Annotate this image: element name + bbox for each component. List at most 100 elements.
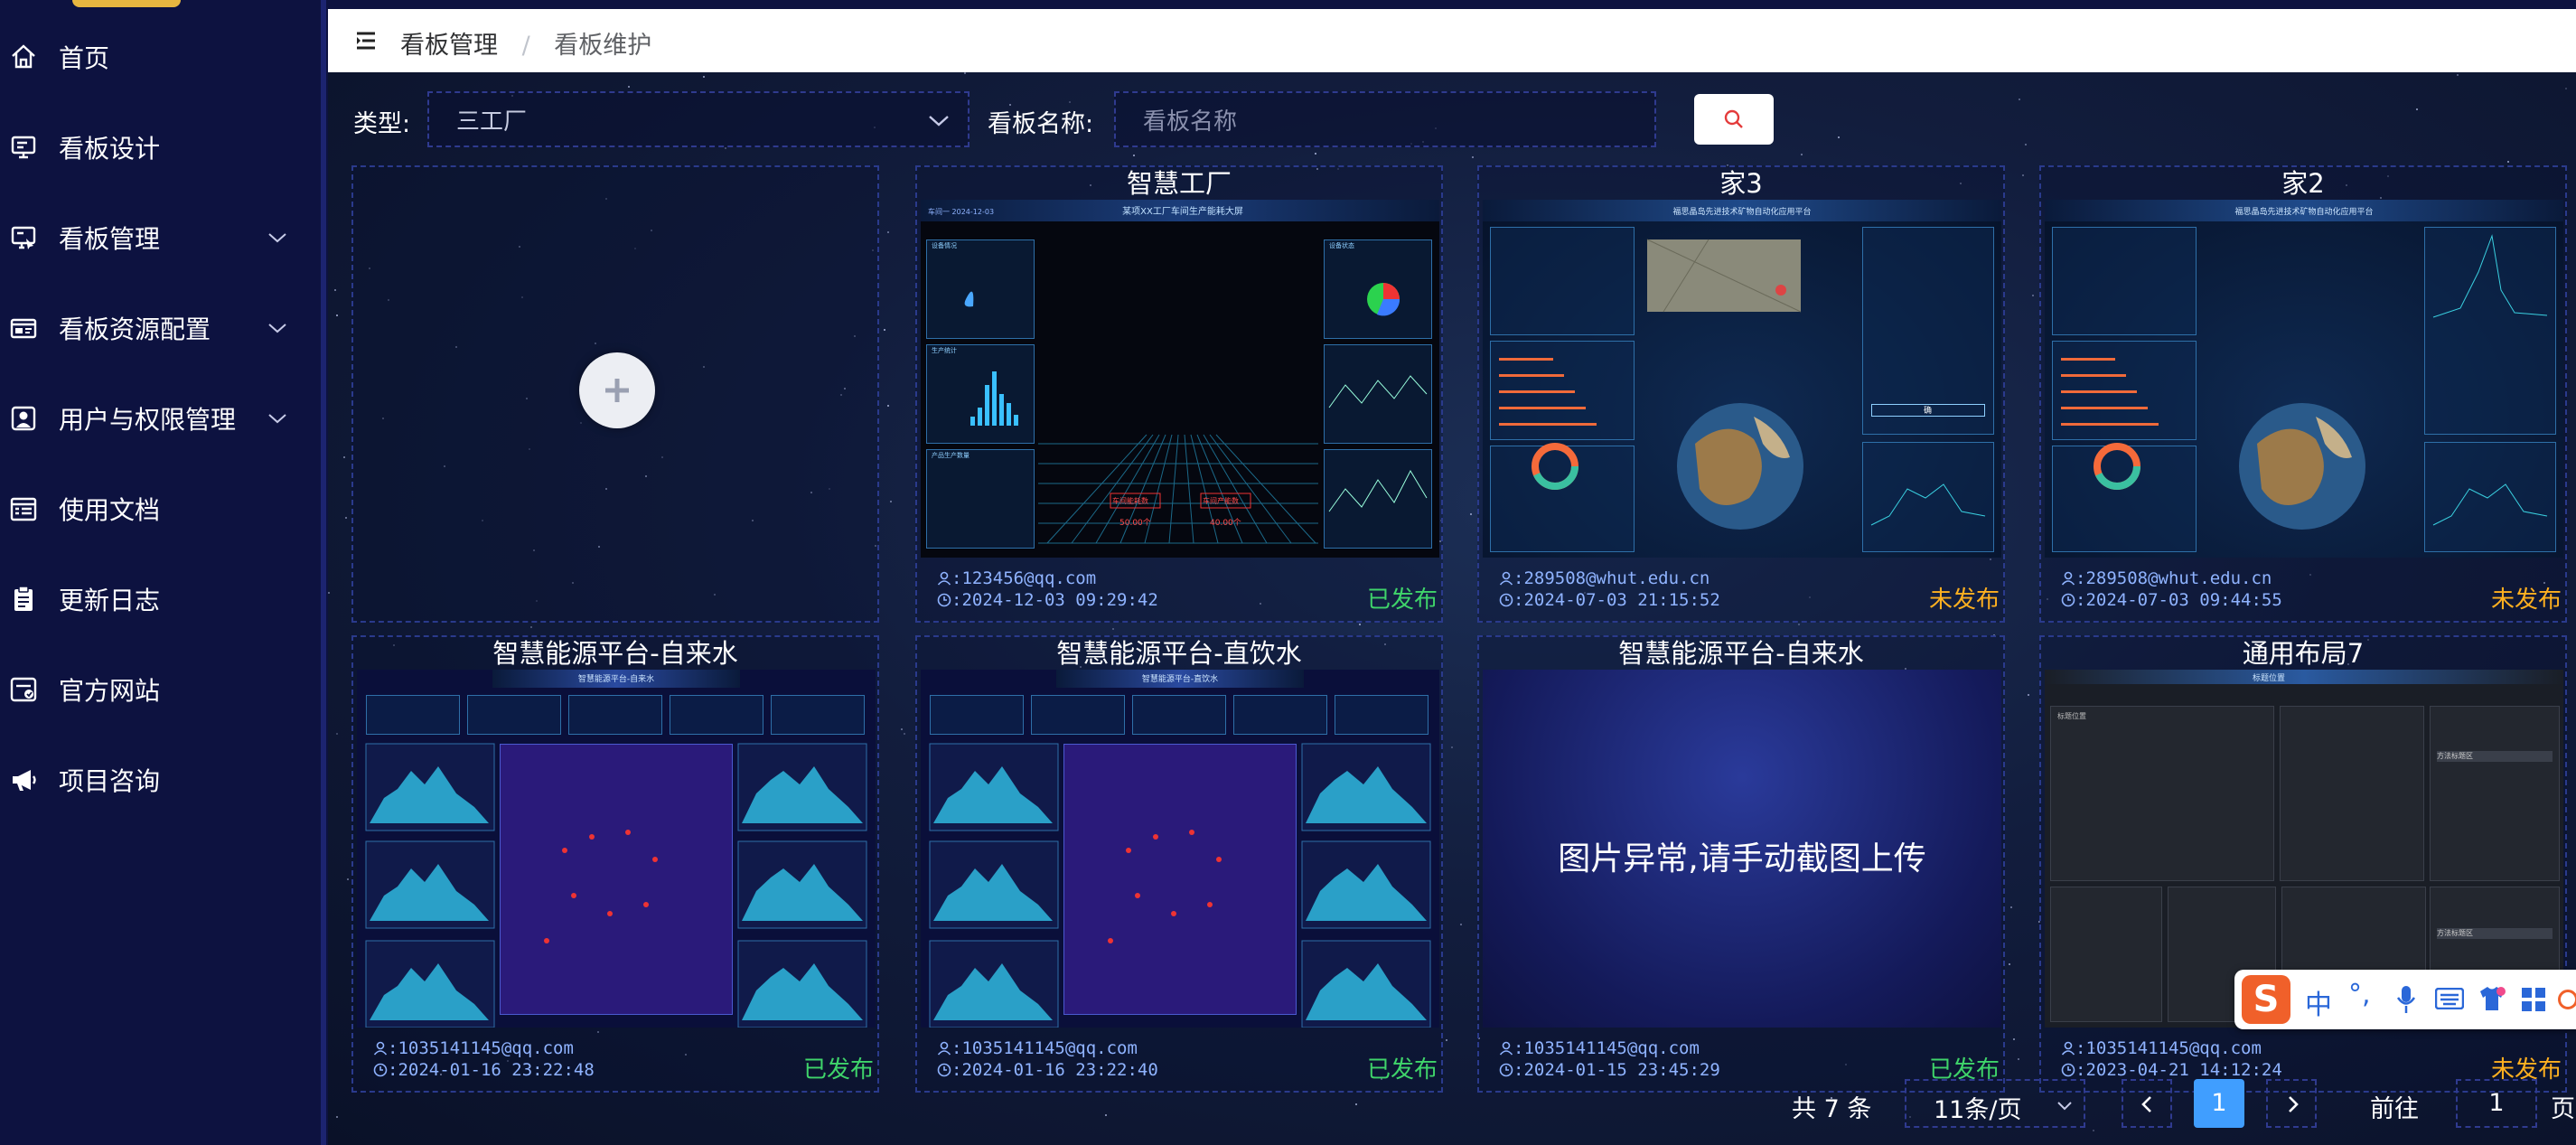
sidebar-item-consult[interactable]: 项目咨询 [0, 735, 326, 825]
board-thumbnail[interactable]: 智慧能源平台-自来水 [357, 670, 876, 1028]
board-thumbnail[interactable]: 福思晶岛先进技术矿物自动化应用平台 [2045, 200, 2563, 558]
sidebar-item-resource-config[interactable]: 看板资源配置 [0, 283, 326, 373]
ime-lang[interactable]: 中 [2305, 982, 2332, 1022]
board-card[interactable]: 智慧能源平台-直饮水 智慧能源平台-直饮水 :1035141145@qq.com:2… [915, 635, 1443, 1093]
ime-toolbar[interactable]: S 中 °, [2234, 970, 2576, 1029]
sidebar-item-label: 更新日志 [59, 586, 161, 615]
breadcrumb-item[interactable]: 看板管理 [400, 32, 498, 60]
board-time: :2024-07-03 21:15:52 [1499, 590, 1720, 610]
star [2024, 143, 2027, 145]
star [2415, 108, 2418, 110]
board-thumbnail[interactable]: 某项XX工厂车间生产能耗大屏 车间一 2024-12-03 设备情况 生产统计 产品生产… [921, 200, 1439, 558]
type-label: 类型: [353, 110, 411, 138]
clock-icon [2061, 593, 2075, 607]
sidebar-item-docs[interactable]: 使用文档 [0, 464, 326, 554]
toolbox-icon[interactable] [2520, 986, 2547, 1013]
board-card-title: 智慧工厂 [1126, 168, 1232, 199]
star [887, 230, 890, 233]
thumb-header-bar [2045, 670, 2563, 684]
board-card-title: 家3 [1719, 168, 1763, 199]
sidebar-item-website[interactable]: 官方网站 [0, 644, 326, 735]
add-button[interactable] [579, 352, 655, 428]
board-thumbnail[interactable]: 图片异常,请手动截图上传 [1483, 670, 2001, 1028]
board-card-title: 智慧能源平台-直饮水 [1056, 638, 1302, 669]
doc-icon [10, 497, 37, 521]
star [2028, 693, 2030, 696]
energy-dashboard-thumb: 智慧能源平台-直饮水 [921, 670, 1439, 1028]
page-size-value: 11条/页 [1934, 1096, 2022, 1124]
goto-page-input[interactable]: 1 [2456, 1079, 2537, 1128]
factory-dashboard-thumb: 某项XX工厂车间生产能耗大屏 车间一 2024-12-03 设备情况 生产统计 产品生产… [921, 200, 1439, 558]
star [2456, 74, 2459, 77]
chevron-down-icon[interactable] [267, 322, 287, 334]
star [1838, 136, 1841, 138]
sidebar-item-board-design[interactable]: 看板设计 [0, 102, 326, 192]
star [2031, 295, 2034, 297]
star [2092, 1129, 2094, 1131]
star [889, 501, 892, 503]
search-button[interactable] [1694, 94, 1774, 145]
board-name-input[interactable]: 看板名称 [1114, 91, 1656, 147]
board-owner: :1035141145@qq.com [1499, 1038, 1700, 1058]
star [1354, 1103, 1357, 1106]
board-manage-icon [11, 226, 36, 249]
user-icon [11, 406, 36, 431]
sidebar-item-home[interactable]: 首页 [0, 12, 326, 102]
ime-punct[interactable]: °, [2348, 979, 2371, 1010]
board-updated-time: :2024-12-03 09:29:42 [951, 590, 1158, 610]
prev-page-button[interactable] [2122, 1079, 2172, 1128]
type-select[interactable]: 三工厂 [427, 91, 970, 147]
next-page-button[interactable] [2266, 1079, 2317, 1128]
chevron-down-icon [929, 116, 949, 127]
chevron-down-icon[interactable] [267, 412, 287, 425]
star [2009, 906, 2012, 909]
page-size-select[interactable]: 11条/页 [1905, 1079, 2085, 1128]
board-card[interactable]: 智慧能源平台-自来水 智慧能源平台-自来水:1035141145@qq.com:2… [351, 635, 879, 1093]
menu-toggle-icon[interactable] [355, 31, 377, 51]
board-card[interactable]: 智慧能源平台-自来水 图片异常,请手动截图上传:1035141145@qq.com… [1477, 635, 2005, 1093]
earth-dashboard-thumb: 福思晶岛先进技术矿物自动化应用平台 [2045, 200, 2563, 558]
board-card[interactable]: 家2 福思晶岛先进技术矿物自动化应用平台:289508@whut.edu.cn:2… [2039, 165, 2567, 623]
board-owner-email: :1035141145@qq.com [1513, 1038, 1700, 1058]
board-card[interactable]: 智慧工厂 某项XX工厂车间生产能耗大屏 车间一 2024-12-03 设备情况 生产统计… [915, 165, 1443, 623]
board-updated-time: :2024-01-16 23:22:40 [951, 1060, 1158, 1080]
star [345, 516, 348, 519]
ime-more-icon[interactable] [2558, 990, 2576, 1009]
clock-icon [373, 1063, 388, 1077]
board-thumbnail[interactable]: 智慧能源平台-直饮水 [921, 670, 1439, 1028]
board-owner: :1035141145@qq.com [937, 1038, 1138, 1058]
board-card[interactable]: 家3 福思晶岛先进技术矿物自动化应用平台确:289508@whut.edu.cn:… [1477, 165, 2005, 623]
board-thumbnail[interactable]: 福思晶岛先进技术矿物自动化应用平台确 [1483, 200, 2001, 558]
board-owner: :1035141145@qq.com [373, 1038, 574, 1058]
star [1314, 153, 1316, 155]
sidebar-item-board-manage[interactable]: 看板管理 [0, 192, 326, 283]
logo-fragment [72, 0, 181, 7]
sidebar-item-changelog[interactable]: 更新日志 [0, 554, 326, 644]
board-updated-time: :2023-04-21 14:12:24 [2075, 1060, 2282, 1080]
publish-status-badge: 未发布 [2490, 587, 2562, 614]
energy-graphics [365, 743, 867, 1028]
user-icon [1499, 571, 1513, 586]
search-icon [1724, 109, 1743, 128]
star [1359, 623, 1362, 625]
sidebar-item-label: 看板资源配置 [59, 314, 211, 344]
board-time: :2023-04-21 14:12:24 [2061, 1060, 2282, 1080]
skin-icon[interactable] [2477, 984, 2507, 1013]
thumb-list-item: 方法标题区 [2437, 751, 2553, 762]
thumb-value: 50.00个 [1119, 519, 1151, 528]
add-board-card[interactable] [351, 165, 879, 623]
chevron-down-icon[interactable] [267, 231, 287, 244]
sidebar-item-label: 用户与权限管理 [59, 405, 237, 435]
star [1446, 1038, 1448, 1041]
sidebar-item-user-permission[interactable]: 用户与权限管理 [0, 373, 326, 464]
star [1798, 624, 1801, 626]
microphone-icon[interactable] [2395, 984, 2417, 1015]
board-owner-email: :123456@qq.com [951, 568, 1097, 588]
star [336, 733, 339, 736]
keyboard-icon[interactable] [2435, 988, 2464, 1009]
page-number-1[interactable]: 1 [2194, 1079, 2244, 1128]
star [1133, 155, 1136, 157]
earth-graphics [2061, 234, 2548, 530]
thumb-layout-cell [2050, 887, 2162, 1022]
breadcrumb-separator: / [521, 32, 530, 60]
